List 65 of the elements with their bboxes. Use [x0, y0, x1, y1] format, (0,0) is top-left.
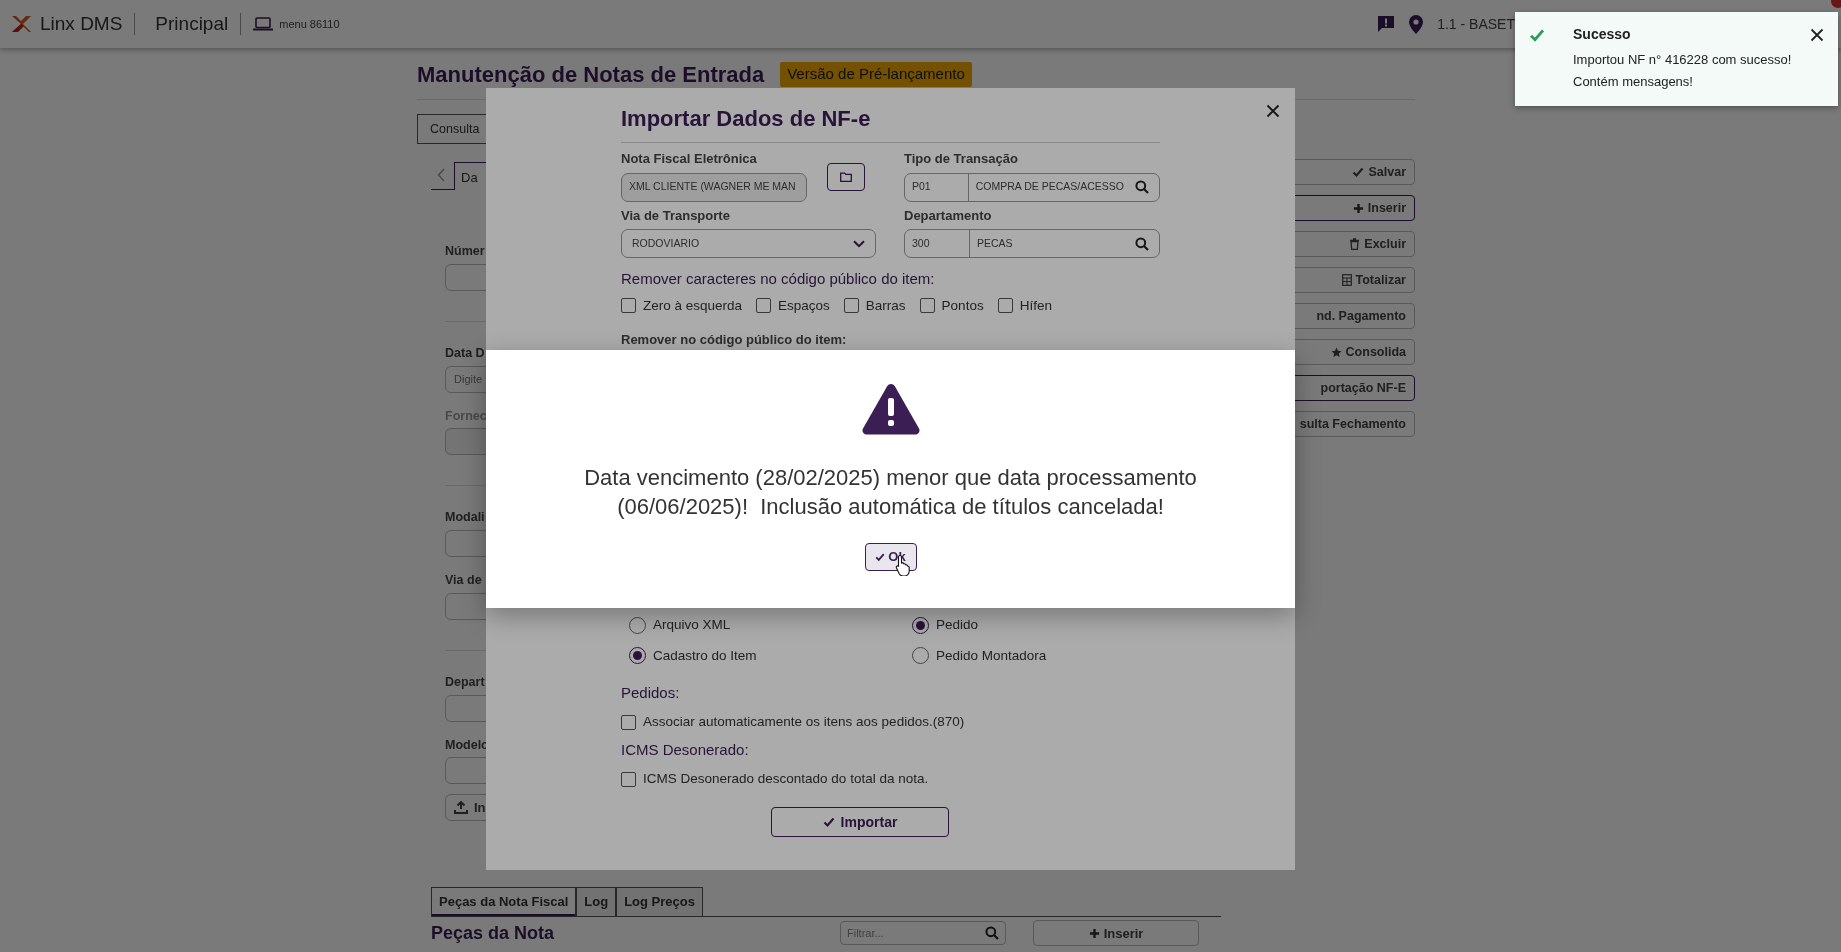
folder-button[interactable]	[827, 162, 865, 191]
section-heading: Remover caracteres no código público do item:	[621, 269, 936, 289]
section-heading: ICMS Desonerado:	[621, 739, 750, 760]
section-tab[interactable]: Peças da Nota Fiscal	[431, 887, 577, 916]
field-label: Númer	[445, 243, 485, 260]
search-icon	[985, 926, 999, 941]
version-badge: Versão de Pré-lançamento	[780, 62, 972, 87]
radio-option[interactable]: Cadastro do Item	[621, 645, 876, 666]
checkbox-option[interactable]: Zero à esquerda	[621, 295, 743, 316]
checkbox-option[interactable]: Barras	[843, 295, 906, 316]
branch-name[interactable]: 1.1 - BASET	[1437, 13, 1515, 35]
field-label: Tipo de Transação	[904, 150, 1018, 168]
chevron-left-icon	[437, 168, 446, 182]
upload-icon	[454, 801, 468, 815]
toast-title: Sucesso	[1573, 25, 1631, 44]
checkbox-option[interactable]: Hífen	[997, 295, 1052, 316]
calculator-icon	[1341, 274, 1352, 286]
check-icon	[822, 816, 835, 829]
trash-icon	[1349, 238, 1361, 250]
close-icon	[1810, 27, 1824, 42]
input-field[interactable]: XML CLIENTE (WAGNER ME MAN	[621, 172, 807, 202]
plus-icon	[1352, 202, 1364, 214]
field-label: Nota Fiscal Eletrônica	[621, 150, 757, 168]
page-title: Manutenção de Notas de Entrada	[417, 61, 765, 89]
field-label: Modali	[445, 509, 485, 527]
brand-name: Linx DMS	[40, 11, 123, 36]
check-icon	[1352, 166, 1365, 178]
checkbox-option[interactable]: Pontos	[919, 295, 984, 316]
section-tab[interactable]: Log	[576, 887, 617, 916]
check-icon	[875, 552, 886, 563]
laptop-icon	[253, 17, 274, 31]
radio-option[interactable]: Arquivo XML	[621, 615, 876, 636]
select-field[interactable]: RODOVIARIO	[621, 229, 876, 258]
menu-code: menu 86110	[279, 16, 340, 32]
plus-icon	[1088, 927, 1100, 939]
field-label: Departamento	[904, 206, 992, 225]
checkbox-option[interactable]: Associar automaticamente os itens aos pedidos.(870)	[621, 712, 1160, 733]
toast-message: Importou NF n° 416228 com sucesso!	[1573, 53, 1793, 68]
import-button[interactable]: Importar	[771, 807, 949, 838]
close-icon	[1266, 103, 1280, 118]
location-pin-icon	[1409, 14, 1424, 34]
checkbox-option[interactable]: ICMS Desonerado descontado do total da nota.	[621, 769, 1160, 790]
section-tab[interactable]: Log Preços	[616, 887, 703, 916]
field-label: Remover no código público do item:	[621, 330, 847, 349]
checkbox-option[interactable]: Espaços	[756, 295, 830, 316]
radio-option[interactable]: Pedido Montadora	[904, 645, 1160, 666]
dialog-title: Importar Dados de NF-e	[621, 105, 872, 133]
radio-option[interactable]: Pedido	[904, 615, 1160, 636]
module-name: Principal	[155, 11, 229, 36]
star-icon	[1330, 346, 1342, 358]
alert-message-icon	[1377, 15, 1396, 33]
field-label: Data D	[445, 344, 485, 362]
section-heading: Pedidos:	[621, 682, 681, 703]
chevron-down-icon	[853, 239, 865, 248]
warning-icon	[861, 383, 920, 435]
field-label: Via de Transporte	[621, 206, 730, 225]
logo-icon	[10, 14, 32, 34]
toast-message: Contém mensagens!	[1573, 75, 1694, 90]
field-label: Depart	[445, 673, 485, 691]
insert-button[interactable]: Inserir	[1033, 920, 1199, 947]
folder-icon	[840, 171, 852, 182]
alert-message: Data vencimento (28/02/2025) menor que data processamento (06/06/2025)! Inclusão automática de títulos cancelada!	[583, 464, 1198, 522]
field-label: Via de	[445, 572, 482, 589]
section-title: Peças da Nota	[431, 921, 556, 945]
filter-placeholder: Filtrar...	[847, 926, 884, 941]
